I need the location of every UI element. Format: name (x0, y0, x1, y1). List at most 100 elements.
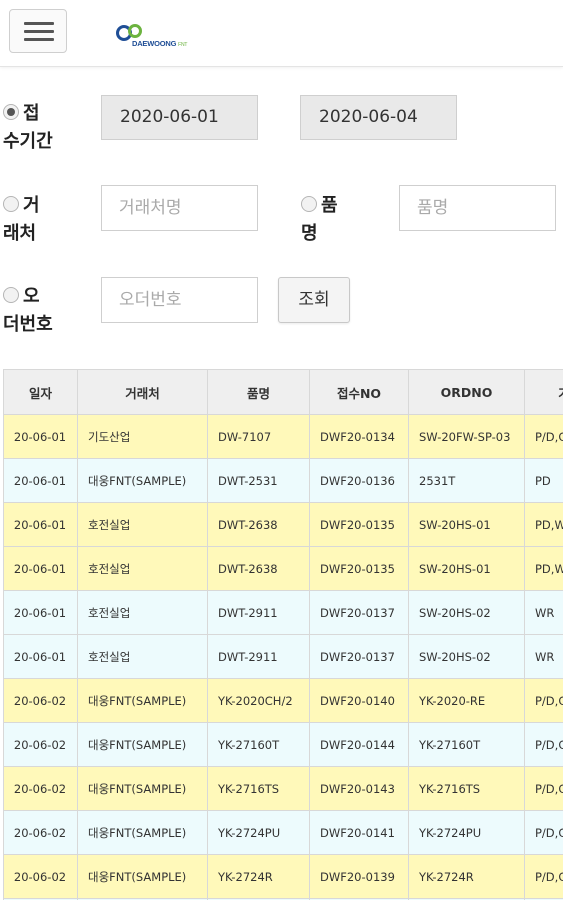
cell-extra: P/D,C (524, 414, 563, 459)
cell-ordno: YK-2724PU (408, 810, 525, 855)
table-row[interactable]: 20-06-02 대웅FNT(SAMPLE) YK-2724R DWF20-0139 Y… (3, 854, 563, 899)
company-logo[interactable]: DAEWOONG FNT (112, 20, 208, 54)
cell-extra: P/D,C (524, 678, 563, 723)
table-row[interactable]: 20-06-01 호전실업 DWT-2638 DWF20-0135 SW-20HS-01… (3, 546, 563, 591)
client-name-input[interactable] (101, 185, 258, 231)
period-label-part1: 접 (23, 103, 40, 124)
hamburger-icon (24, 30, 54, 33)
cell-recv-no: DWF20-0135 (309, 546, 409, 591)
item-radio[interactable] (301, 196, 317, 212)
cell-ordno: SW-20HS-01 (408, 502, 525, 547)
cell-extra: WR (524, 634, 563, 679)
cell-recv-no: DWF20-0137 (309, 590, 409, 635)
cell-extra: PD (524, 458, 563, 503)
cell-client: 대웅FNT(SAMPLE) (77, 722, 208, 767)
order-number-input[interactable] (101, 277, 258, 323)
column-header-ordno[interactable]: ORDNO (408, 369, 525, 415)
cell-extra: PD,W (524, 502, 563, 547)
table-row[interactable]: 20-06-01 기도산업 DW-7107 DWF20-0134 SW-20FW-SP-… (3, 414, 563, 459)
cell-item: DWT-2531 (207, 458, 310, 503)
column-header-client[interactable]: 거래처 (77, 369, 208, 415)
cell-date: 20-06-01 (3, 634, 78, 679)
top-bar: DAEWOONG FNT (0, 0, 563, 67)
cell-client: 대웅FNT(SAMPLE) (77, 854, 208, 899)
cell-date: 20-06-02 (3, 766, 78, 811)
cell-date: 20-06-01 (3, 590, 78, 635)
cell-date: 20-06-02 (3, 810, 78, 855)
cell-date: 20-06-01 (3, 546, 78, 591)
cell-date: 20-06-01 (3, 414, 78, 459)
cell-ordno: YK-2716TS (408, 766, 525, 811)
order-radio[interactable] (3, 287, 19, 303)
date-to-field[interactable]: 2020-06-04 (300, 95, 457, 140)
cell-extra: PD,W (524, 546, 563, 591)
column-header-item[interactable]: 품명 (207, 369, 310, 415)
client-radio-option[interactable]: 거 래처 (3, 192, 40, 248)
cell-client: 대웅FNT(SAMPLE) (77, 810, 208, 855)
table-row[interactable]: 20-06-01 호전실업 DWT-2911 DWF20-0137 SW-20HS-02… (3, 590, 563, 635)
hamburger-icon (24, 22, 54, 25)
client-radio[interactable] (3, 196, 19, 212)
item-name-input[interactable] (399, 185, 556, 231)
cell-item: DWT-2638 (207, 502, 310, 547)
cell-client: 호전실업 (77, 590, 208, 635)
cell-recv-no: DWF20-0140 (309, 678, 409, 723)
column-header-date[interactable]: 일자 (3, 369, 78, 415)
cell-ordno: YK-27160T (408, 722, 525, 767)
cell-recv-no: DWF20-0137 (309, 634, 409, 679)
cell-date: 20-06-01 (3, 502, 78, 547)
period-radio[interactable] (3, 104, 19, 120)
table-row[interactable]: 20-06-02 대웅FNT(SAMPLE) YK-2716TS DWF20-0143… (3, 766, 563, 811)
cell-extra: P/D,C (524, 854, 563, 899)
cell-client: 호전실업 (77, 502, 208, 547)
cell-item: YK-2724R (207, 854, 310, 899)
cell-ordno: SW-20FW-SP-03 (408, 414, 525, 459)
cell-date: 20-06-02 (3, 722, 78, 767)
cell-client: 대웅FNT(SAMPLE) (77, 678, 208, 723)
cell-ordno: YK-2020-RE (408, 678, 525, 723)
cell-ordno: SW-20HS-02 (408, 634, 525, 679)
item-label-part1: 품 (321, 195, 338, 216)
table-row[interactable]: 20-06-01 호전실업 DWT-2911 DWF20-0137 SW-20HS-02… (3, 634, 563, 679)
hamburger-menu-button[interactable] (9, 9, 67, 53)
results-grid[interactable]: 일자 거래처 품명 접수NO ORDNO 가 20-06-01기도산업DW-71… (3, 369, 563, 900)
cell-recv-no: DWF20-0141 (309, 810, 409, 855)
cell-recv-no: DWF20-0143 (309, 766, 409, 811)
cell-ordno: SW-20HS-02 (408, 590, 525, 635)
item-radio-option[interactable]: 품 명 (301, 192, 338, 248)
date-from-field[interactable]: 2020-06-01 (101, 95, 258, 140)
table-row[interactable]: 20-06-01 호전실업 DWT-2638 DWF20-0135 SW-20HS-01… (3, 502, 563, 547)
cell-extra: P/D,C (524, 766, 563, 811)
cell-date: 20-06-01 (3, 458, 78, 503)
table-row[interactable]: 20-06-02 대웅FNT(SAMPLE) YK-2724PU DWF20-0141… (3, 810, 563, 855)
cell-recv-no: DWF20-0139 (309, 854, 409, 899)
cell-item: YK-2724PU (207, 810, 310, 855)
table-row[interactable]: 20-06-01 대웅FNT(SAMPLE) DWT-2531 DWF20-0136 2… (3, 458, 563, 503)
cell-item: DW-7107 (207, 414, 310, 459)
cell-client: 대웅FNT(SAMPLE) (77, 766, 208, 811)
order-radio-option[interactable]: 오 더번호 (3, 283, 53, 339)
cell-date: 20-06-02 (3, 854, 78, 899)
cell-item: DWT-2911 (207, 590, 310, 635)
search-button[interactable]: 조회 (278, 277, 350, 323)
cell-item: YK-2716TS (207, 766, 310, 811)
results-table: 일자 거래처 품명 접수NO ORDNO 가 20-06-01기도산업DW-71… (3, 369, 563, 900)
cell-client: 호전실업 (77, 546, 208, 591)
cell-recv-no: DWF20-0135 (309, 502, 409, 547)
cell-ordno: SW-20HS-01 (408, 546, 525, 591)
table-row[interactable]: 20-06-02 대웅FNT(SAMPLE) YK-2020CH/2 DWF20-01… (3, 678, 563, 723)
period-label-part2: 수기간 (3, 131, 53, 152)
cell-recv-no: DWF20-0134 (309, 414, 409, 459)
cell-recv-no: DWF20-0136 (309, 458, 409, 503)
period-radio-option[interactable]: 접 수기간 (3, 100, 53, 156)
cell-recv-no: DWF20-0144 (309, 722, 409, 767)
logo-wordmark: DAEWOONG FNT (132, 39, 188, 48)
cell-ordno: YK-2724R (408, 854, 525, 899)
cell-ordno: 2531T (408, 458, 525, 503)
cell-item: YK-27160T (207, 722, 310, 767)
column-header-recv-no[interactable]: 접수NO (309, 369, 409, 415)
table-row[interactable]: 20-06-02 대웅FNT(SAMPLE) YK-27160T DWF20-0144… (3, 722, 563, 767)
order-label-part2: 더번호 (3, 314, 53, 335)
column-header-extra[interactable]: 가 (524, 369, 563, 415)
item-label-part2: 명 (301, 223, 318, 244)
